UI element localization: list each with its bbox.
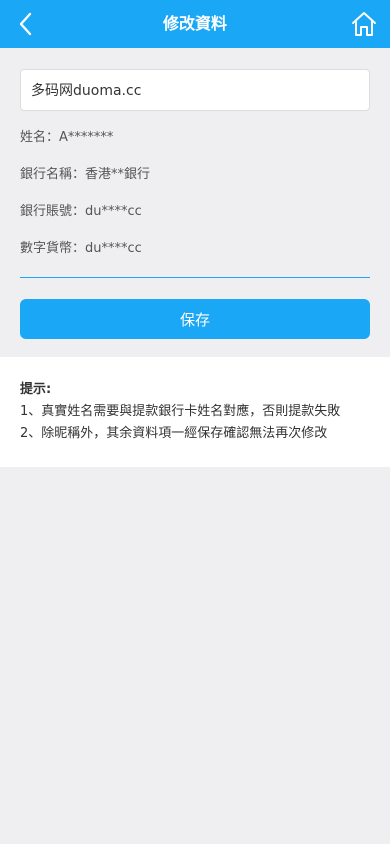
tip-line: 1、真實姓名需要與提款銀行卡姓名對應，否則提款失敗: [20, 404, 341, 419]
top-bar: 修改資料: [0, 0, 390, 48]
info-label: 銀行名稱：: [20, 167, 86, 182]
nickname-field-wrapper: [20, 69, 370, 111]
nickname-input[interactable]: [21, 70, 369, 110]
save-button[interactable]: 保存: [20, 299, 370, 339]
divider: [20, 277, 370, 278]
profile-form: 姓名：A******* 銀行名稱：香港**銀行 銀行賬號：du****cc 數字…: [0, 48, 390, 339]
info-row-name: 姓名：A*******: [20, 127, 370, 164]
info-value: du****cc: [85, 204, 142, 219]
info-value: du****cc: [85, 241, 142, 256]
info-row-bank-name: 銀行名稱：香港**銀行: [20, 164, 370, 201]
tips-title: 提示:: [20, 382, 52, 397]
page-title: 修改資料: [162, 14, 227, 33]
home-icon: [352, 12, 376, 36]
info-row-crypto: 數字貨幣：du****cc: [20, 238, 370, 275]
tip-line: 2、除昵稱外，其余資料項一經保存確認無法再次修改: [20, 426, 328, 441]
account-info-list: 姓名：A******* 銀行名稱：香港**銀行 銀行賬號：du****cc 數字…: [20, 127, 370, 275]
info-value: A*******: [59, 130, 114, 145]
home-button[interactable]: [346, 6, 382, 42]
tips-panel: 提示: 1、真實姓名需要與提款銀行卡姓名對應，否則提款失敗 2、除昵稱外，其余資…: [0, 357, 390, 467]
info-label: 銀行賬號：: [20, 204, 86, 219]
info-label: 數字貨幣：: [20, 241, 86, 256]
info-label: 姓名：: [20, 130, 60, 145]
info-row-bank-account: 銀行賬號：du****cc: [20, 201, 370, 238]
info-value: 香港**銀行: [85, 167, 151, 182]
